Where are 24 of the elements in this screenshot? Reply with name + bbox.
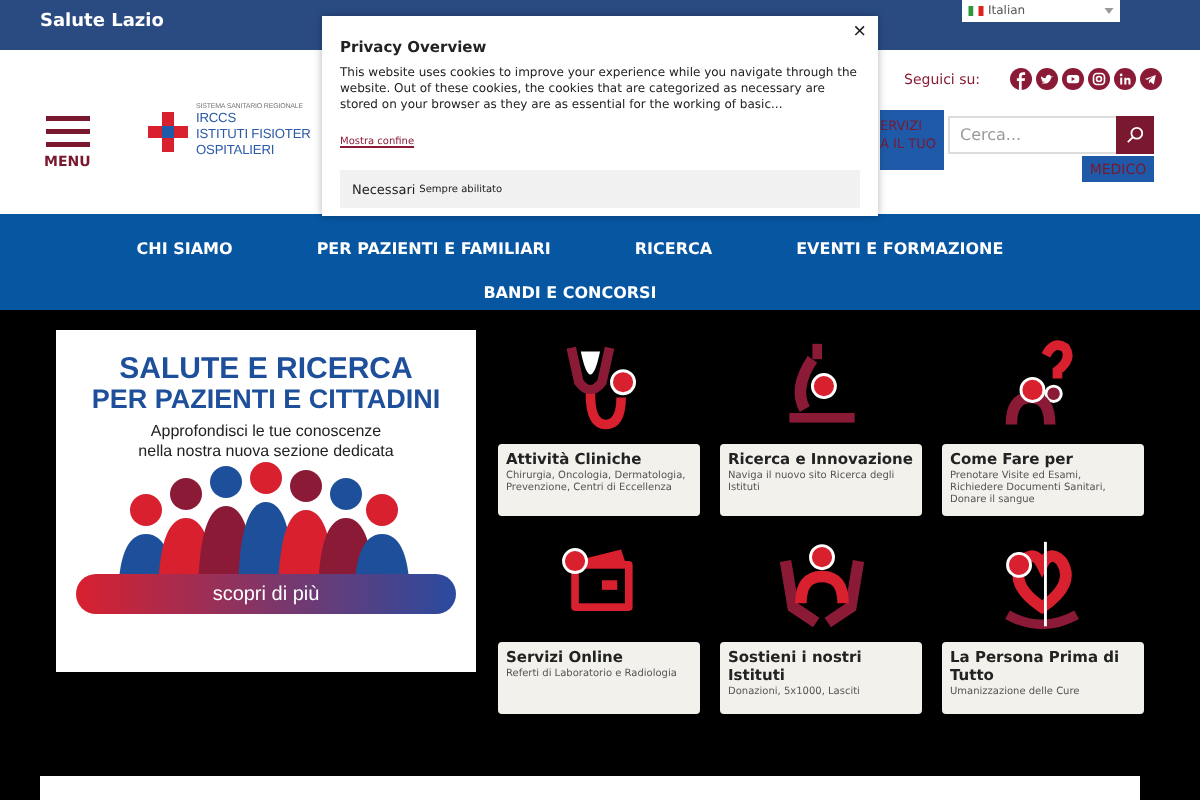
cross-logo-icon: [148, 111, 188, 151]
menu-icon: [45, 116, 90, 148]
nav-link[interactable]: CHI SIAMO: [136, 239, 233, 257]
caret-icon: [1104, 8, 1114, 14]
flag-icon: [968, 6, 984, 16]
discover-button[interactable]: scopri di più: [76, 574, 456, 614]
search-field[interactable]: Cerca...: [948, 116, 1120, 154]
social-icon[interactable]: [1036, 68, 1058, 90]
banner-title: SALUTE E RICERCA: [119, 354, 413, 384]
nav-link[interactable]: PER PAZIENTI E FAMILIARI: [316, 239, 551, 257]
social-icon[interactable]: [1010, 68, 1032, 90]
social-icon[interactable]: [1062, 68, 1084, 90]
nav-link[interactable]: RICERCA: [634, 239, 713, 257]
search-icon: [1126, 126, 1144, 144]
nav-link[interactable]: BANDI E CONCORSI: [483, 283, 657, 301]
banner-subtitle: Approfondisci le tue conoscenze nella nostra nuova sezione dedicata: [138, 422, 394, 462]
nav-link[interactable]: EVENTI E FORMAZIONE: [796, 239, 1004, 257]
social-icon[interactable]: [1088, 68, 1110, 90]
close-button[interactable]: ×: [853, 20, 866, 44]
social-icon[interactable]: [1140, 68, 1162, 90]
site-name: Salute Lazio: [40, 12, 164, 32]
search-button[interactable]: [1116, 116, 1154, 154]
banner-title: PER PAZIENTI E CITTADINI: [91, 384, 441, 414]
social-icon[interactable]: [1114, 68, 1136, 90]
